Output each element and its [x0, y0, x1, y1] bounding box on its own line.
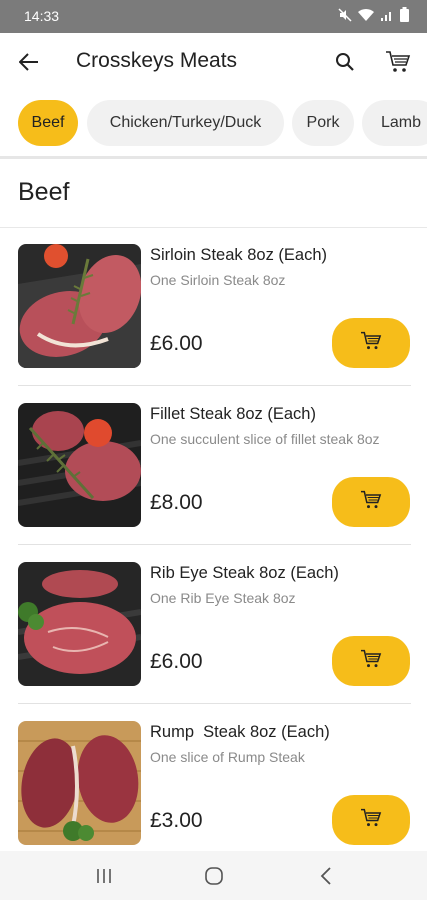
mute-icon	[338, 7, 352, 22]
recent-apps-icon[interactable]	[84, 861, 124, 891]
product-price: £3.00	[150, 809, 203, 832]
tab-lamb[interactable]: Lamb	[362, 100, 427, 146]
tab-chicken-turkey-duck[interactable]: Chicken/Turkey/Duck	[87, 100, 284, 146]
status-time: 14:33	[24, 8, 60, 24]
product-image	[18, 244, 141, 368]
divider	[18, 385, 411, 386]
status-bar: 14:33	[0, 0, 427, 33]
add-to-cart-button[interactable]	[332, 318, 410, 368]
product-name: Fillet Steak 8oz (Each)	[150, 405, 316, 423]
status-icons	[338, 7, 409, 22]
battery-icon	[400, 7, 409, 22]
product-description: One succulent slice of fillet steak 8oz	[150, 431, 380, 447]
search-icon[interactable]	[330, 47, 360, 77]
product-description: One Rib Eye Steak 8oz	[150, 590, 296, 606]
product-item[interactable]: Fillet Steak 8oz (Each) One succulent sl…	[0, 387, 427, 545]
product-item[interactable]: Sirloin Steak 8oz (Each) One Sirloin Ste…	[0, 228, 427, 386]
add-to-cart-button[interactable]	[332, 795, 410, 845]
wifi-icon	[358, 8, 374, 22]
product-item[interactable]: Rump Steak 8oz (Each) One slice of Rump …	[0, 705, 427, 863]
signal-icon	[380, 8, 394, 22]
system-nav-bar	[0, 851, 427, 900]
product-name: Rib Eye Steak 8oz (Each)	[150, 564, 339, 582]
product-item[interactable]: Rib Eye Steak 8oz (Each) One Rib Eye Ste…	[0, 546, 427, 704]
product-price: £6.00	[150, 650, 203, 673]
add-to-cart-button[interactable]	[332, 636, 410, 686]
home-icon[interactable]	[194, 861, 234, 891]
category-tabs: Beef Chicken/Turkey/Duck Pork Lamb	[0, 90, 427, 156]
back-icon[interactable]	[306, 861, 346, 891]
page-title: Crosskeys Meats	[76, 49, 238, 72]
product-description: One Sirloin Steak 8oz	[150, 272, 286, 288]
divider	[18, 544, 411, 545]
cart-icon	[360, 808, 382, 833]
app-bar: Crosskeys Meats	[0, 33, 427, 90]
add-to-cart-button[interactable]	[332, 477, 410, 527]
product-name: Rump Steak 8oz (Each)	[150, 723, 330, 741]
product-name: Sirloin Steak 8oz (Each)	[150, 246, 327, 264]
cart-icon	[360, 490, 382, 515]
product-price: £6.00	[150, 332, 203, 355]
product-image	[18, 721, 141, 845]
tab-beef[interactable]: Beef	[18, 100, 78, 146]
section-title: Beef	[18, 178, 70, 206]
cart-icon	[360, 649, 382, 674]
product-price: £8.00	[150, 491, 203, 514]
cart-icon	[360, 331, 382, 356]
product-image	[18, 562, 141, 686]
divider	[0, 156, 427, 159]
back-arrow-icon[interactable]	[14, 47, 44, 77]
product-image	[18, 403, 141, 527]
tab-pork[interactable]: Pork	[292, 100, 354, 146]
product-description: One slice of Rump Steak	[150, 749, 305, 765]
divider	[18, 703, 411, 704]
cart-icon[interactable]	[382, 47, 414, 77]
